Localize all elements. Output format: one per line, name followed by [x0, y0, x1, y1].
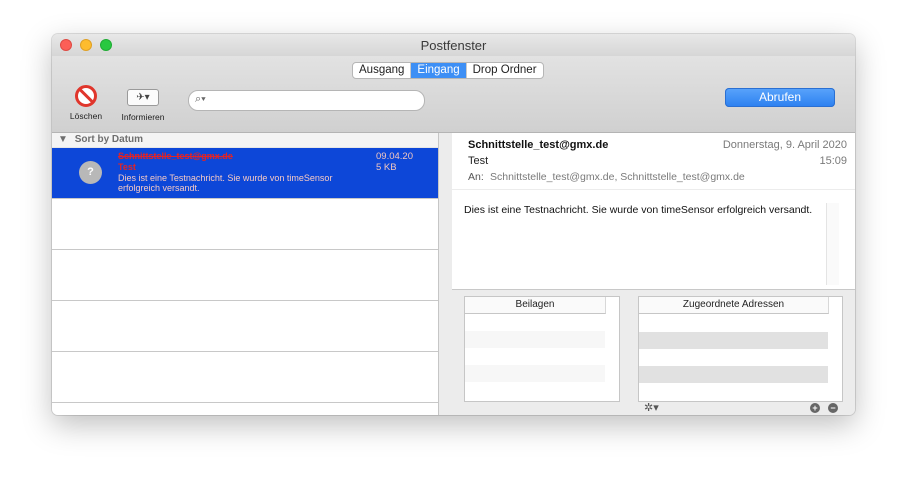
window-title: Postfenster	[420, 38, 487, 53]
empty-row	[52, 301, 438, 352]
mailbox-tabs: Ausgang Eingang Drop Ordner	[352, 62, 544, 79]
message-body: Dies ist eine Testnachricht. Sie wurde v…	[464, 204, 813, 216]
title-bar: Postfenster	[52, 34, 855, 56]
delete-icon	[75, 85, 97, 107]
empty-row	[52, 352, 438, 403]
list-stripe	[465, 331, 605, 348]
search-input[interactable]	[215, 92, 419, 109]
addresses-header[interactable]: Zugeordnete Adressen	[639, 297, 829, 314]
message-row[interactable]: ? Schnittstelle_test@gmx.de Test Dies is…	[52, 148, 438, 199]
details-panel: Beilagen Zugeordnete Adressen ✲▾ + −	[452, 289, 855, 415]
message-subject: Test	[118, 162, 136, 172]
message-detail: Schnittstelle_test@gmx.de Donnerstag, 9.…	[452, 133, 855, 289]
detail-sender: Schnittstelle_test@gmx.de	[468, 139, 609, 151]
detail-date: Donnerstag, 9. April 2020	[722, 139, 847, 151]
list-stripe	[639, 366, 828, 383]
sort-label: Sort by Datum	[74, 134, 144, 145]
list-stripe	[465, 365, 605, 382]
recipient-label: An:	[468, 171, 484, 183]
toolbar: Ausgang Eingang Drop Ordner Löschen ✈▾ I…	[52, 56, 855, 133]
recipient-list: Schnittstelle_test@gmx.de, Schnittstelle…	[490, 171, 745, 183]
list-stripe	[639, 332, 828, 349]
disclosure-triangle-icon[interactable]: ▼	[58, 134, 68, 145]
header-divider	[452, 189, 855, 190]
delete-label: Löschen	[69, 111, 103, 121]
empty-row	[52, 199, 438, 250]
tab-ausgang[interactable]: Ausgang	[353, 63, 412, 78]
message-preview: Dies ist eine Testnachricht. Sie wurde v…	[118, 173, 333, 193]
search-icon: ⌕▾	[195, 93, 206, 105]
tab-drop-ordner[interactable]: Drop Ordner	[467, 63, 543, 78]
fetch-button[interactable]: Abrufen	[725, 88, 835, 107]
detail-subject: Test	[468, 155, 489, 167]
inform-button[interactable]: ✈▾ Informieren	[114, 89, 172, 122]
detail-time: 15:09	[819, 155, 847, 167]
message-sender: Schnittstelle_test@gmx.de	[118, 151, 233, 161]
send-icon: ✈▾	[127, 89, 159, 106]
mail-window: Postfenster Ausgang Eingang Drop Ordner …	[52, 34, 855, 415]
search-field[interactable]: ⌕▾	[188, 90, 425, 111]
gear-icon[interactable]: ✲▾	[644, 401, 659, 414]
unknown-sender-icon: ?	[79, 161, 102, 184]
message-list: ▼ Sort by Datum ? Schnittstelle_test@gmx…	[52, 133, 439, 415]
inform-label: Informieren	[121, 112, 165, 122]
addresses-list[interactable]: Zugeordnete Adressen	[638, 296, 843, 402]
remove-icon[interactable]: −	[828, 403, 838, 413]
addresses-action-bar: ✲▾ + −	[638, 401, 843, 415]
attachments-list[interactable]: Beilagen	[464, 296, 620, 402]
message-viewer: Schnittstelle_test@gmx.de Donnerstag, 9.…	[452, 133, 855, 415]
tab-eingang[interactable]: Eingang	[411, 63, 467, 78]
message-date: 09.04.20	[376, 151, 413, 162]
message-size: 5 KB	[376, 162, 397, 173]
add-icon[interactable]: +	[810, 403, 820, 413]
sort-header[interactable]: ▼ Sort by Datum	[52, 133, 438, 148]
delete-button[interactable]: Löschen	[66, 85, 106, 121]
empty-row	[52, 250, 438, 301]
body-scrollbar[interactable]	[826, 203, 839, 285]
attachments-header[interactable]: Beilagen	[465, 297, 606, 314]
